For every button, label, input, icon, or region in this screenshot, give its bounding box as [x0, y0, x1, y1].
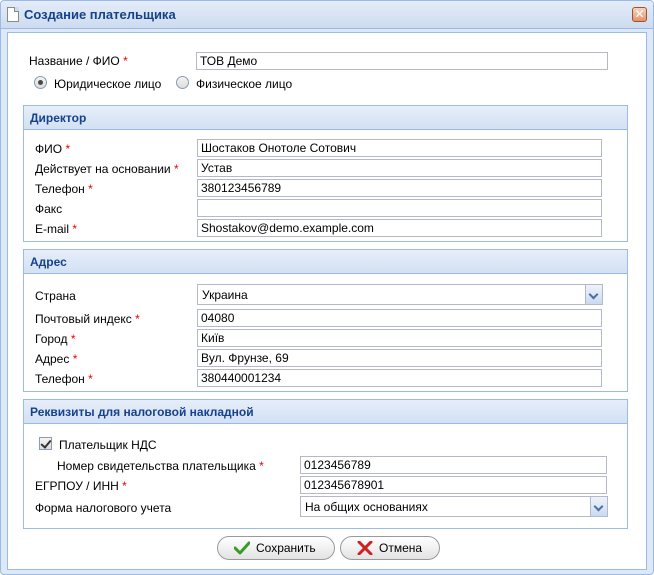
cancel-button-label: Отмена [379, 541, 423, 555]
title-bar[interactable]: Создание плательщика ✕ [1, 1, 653, 29]
radio-legal-entity[interactable] [34, 76, 47, 89]
director-fax-input[interactable] [197, 199, 602, 217]
form-panel: Название / ФИО * ТОВ Демо Юридическое ли… [7, 32, 647, 570]
director-phone-input[interactable]: 380123456789 [197, 179, 602, 197]
name-label: Название / ФИО * [29, 54, 128, 68]
director-header: Директор [24, 106, 627, 130]
postal-code-input[interactable]: 04080 [197, 309, 602, 327]
cross-icon [357, 541, 373, 555]
director-basis-label: Действует на основании * [35, 162, 179, 176]
tax-form-label: Форма налогового учета [35, 501, 172, 515]
street-address-label: Адрес * [35, 352, 78, 366]
country-label: Страна [35, 289, 76, 303]
tax-fieldset: Реквизиты для налоговой накладной Плател… [23, 399, 628, 529]
city-label: Город * [35, 332, 76, 346]
dialog-window: Создание плательщика ✕ Название / ФИО * … [0, 0, 654, 575]
edrpou-input[interactable]: 012345678901 [300, 476, 607, 494]
address-phone-input[interactable]: 380440001234 [197, 369, 602, 387]
vat-payer-label: Плательщик НДС [59, 438, 157, 452]
director-fio-label: ФИО * [35, 142, 71, 156]
chevron-down-icon[interactable] [585, 285, 602, 304]
save-button[interactable]: Сохранить [217, 536, 335, 560]
close-button[interactable]: ✕ [632, 7, 647, 22]
director-basis-input[interactable]: Устав [197, 159, 602, 177]
save-button-label: Сохранить [256, 541, 316, 555]
director-fieldset: Директор ФИО * Шостаков Онотоле Сотович … [23, 105, 628, 242]
close-icon: ✕ [634, 7, 645, 21]
address-phone-label: Телефон * [35, 372, 93, 386]
tax-form-value: На общих основаниях [305, 500, 428, 514]
radio-individual[interactable] [176, 76, 189, 89]
certificate-number-input[interactable]: 0123456789 [300, 456, 607, 474]
name-input[interactable]: ТОВ Демо [196, 52, 608, 70]
edrpou-label: ЕГРПОУ / ИНН * [35, 479, 127, 493]
certificate-number-label: Номер свидетельства плательщика * [57, 459, 264, 473]
city-input[interactable]: Київ [197, 329, 602, 347]
cancel-button[interactable]: Отмена [340, 536, 440, 560]
director-phone-label: Телефон * [35, 182, 93, 196]
tax-form-select[interactable]: На общих основаниях [300, 496, 608, 517]
dialog-title: Создание плательщика [24, 7, 176, 22]
address-header: Адрес [24, 250, 627, 274]
postal-code-label: Почтовый индекс * [35, 312, 140, 326]
director-email-label: E-mail * [35, 222, 78, 236]
tax-header: Реквизиты для налоговой накладной [24, 400, 627, 424]
country-value: Украина [202, 288, 248, 302]
document-icon [7, 7, 19, 22]
country-select[interactable]: Украина [197, 284, 603, 305]
checkmark-icon [234, 541, 250, 555]
street-address-input[interactable]: Вул. Фрунзе, 69 [197, 349, 602, 367]
director-fio-input[interactable]: Шостаков Онотоле Сотович [197, 139, 602, 157]
radio-individual-label: Физическое лицо [196, 77, 293, 91]
vat-payer-checkbox[interactable] [39, 437, 52, 450]
director-email-input[interactable]: Shostakov@demo.example.com [197, 219, 602, 237]
radio-legal-entity-label: Юридическое лицо [54, 77, 162, 91]
address-fieldset: Адрес Страна Украина Почтовый индекс * 0… [23, 249, 628, 392]
director-fax-label: Факс [35, 202, 63, 216]
chevron-down-icon[interactable] [590, 497, 607, 516]
